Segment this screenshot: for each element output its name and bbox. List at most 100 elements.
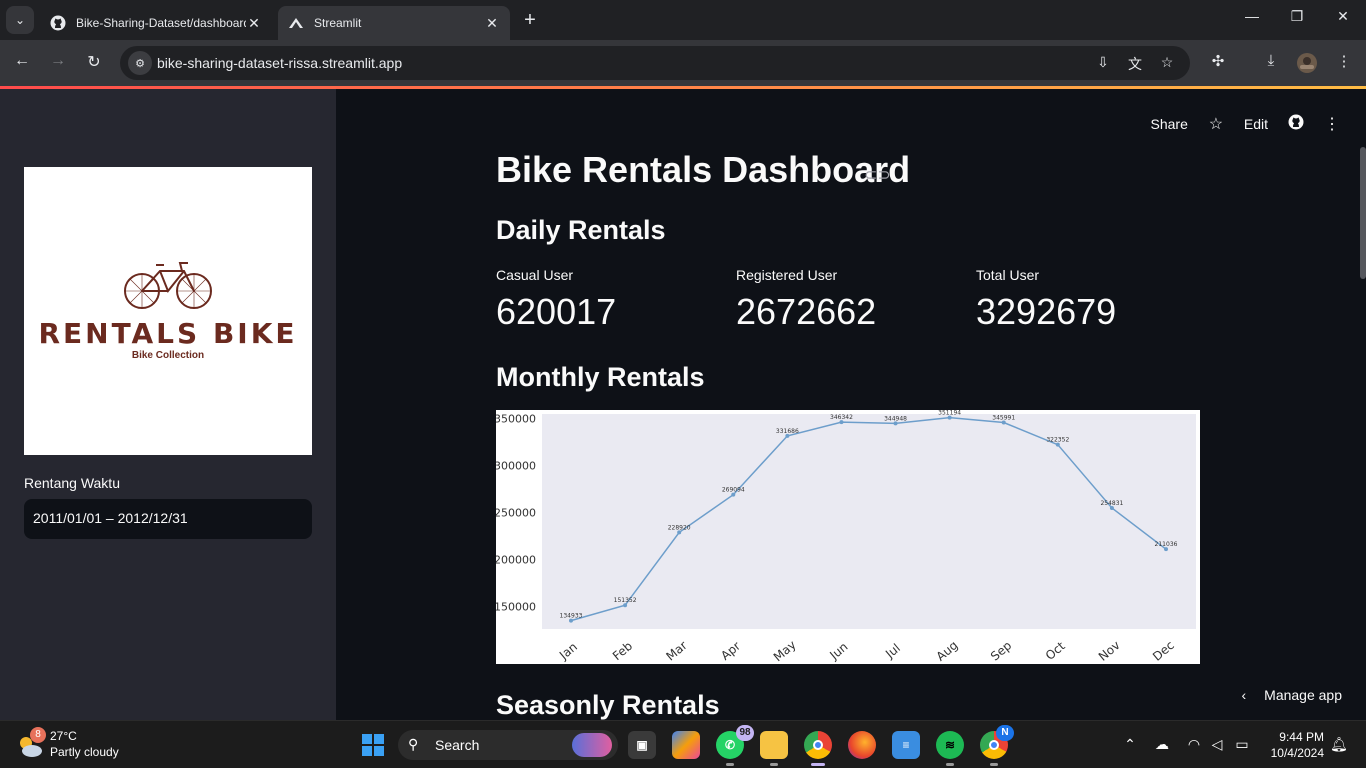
spotify-icon[interactable]: ≋ — [936, 731, 964, 766]
system-clock[interactable]: 9:44 PM 10/4/2024 — [1266, 729, 1324, 761]
x-tick-label: Nov — [1096, 638, 1123, 664]
scrollbar-thumb[interactable] — [1360, 147, 1366, 279]
edit-button[interactable]: Edit — [1244, 116, 1268, 132]
data-label: 344948 — [884, 415, 907, 422]
wifi-icon[interactable]: ◠ — [1184, 736, 1204, 753]
whatsapp-icon[interactable]: ✆ 98 — [716, 725, 754, 766]
taskbar-search[interactable]: ⚲ Search — [398, 730, 618, 760]
copilot-icon[interactable] — [672, 731, 700, 759]
x-tick-label: Apr — [718, 639, 743, 663]
chrome-profile-icon[interactable]: N — [980, 725, 1014, 766]
reload-icon[interactable]: ↻ — [82, 52, 106, 74]
search-label: Search — [435, 737, 480, 753]
translate-icon[interactable]: 文 — [1126, 54, 1144, 72]
x-tick-label: Jun — [826, 640, 850, 663]
bookmark-star-icon[interactable]: ☆ — [1158, 54, 1176, 72]
metric-label: Casual User — [496, 267, 574, 283]
metric-total-user: Total User 3292679 — [976, 267, 1196, 333]
restore-icon[interactable]: ❐ — [1285, 8, 1309, 25]
browser-menu-icon[interactable]: ⋮ — [1333, 52, 1355, 74]
url-text[interactable]: bike-sharing-dataset-rissa.streamlit.app — [157, 55, 402, 71]
onedrive-icon[interactable]: ☁ — [1152, 736, 1172, 753]
header-actions: Share ☆ Edit ⋮ — [1151, 113, 1342, 135]
clock-date: 10/4/2024 — [1270, 746, 1324, 760]
browser-tab-strip: ⌄ Bike-Sharing-Dataset/dashboard ✕ Strea… — [0, 0, 1366, 40]
search-icon: ⚲ — [408, 736, 419, 752]
x-tick-label: Dec — [1150, 638, 1177, 664]
extensions-icon[interactable]: ✣ — [1207, 52, 1229, 74]
chevron-left-icon: ‹ — [1241, 687, 1247, 703]
forward-icon[interactable]: → — [46, 52, 70, 74]
share-button[interactable]: Share — [1151, 116, 1188, 132]
whatsapp-badge: 98 — [736, 725, 754, 741]
github-icon — [50, 15, 66, 31]
notepad-icon[interactable]: ≡ — [892, 731, 920, 759]
back-icon[interactable]: ← — [10, 52, 34, 74]
manage-app-button[interactable]: ‹ Manage app — [1241, 687, 1342, 703]
star-icon[interactable]: ☆ — [1206, 114, 1226, 134]
weather-condition: Partly cloudy — [50, 745, 119, 759]
tab-github[interactable]: Bike-Sharing-Dataset/dashboard ✕ — [40, 6, 272, 40]
new-tab-button[interactable]: + — [518, 10, 542, 30]
tab-search-button[interactable]: ⌄ — [6, 6, 34, 34]
windows-start-icon[interactable] — [362, 734, 384, 756]
data-label: 228920 — [668, 524, 691, 531]
address-bar[interactable]: ⚙ bike-sharing-dataset-rissa.streamlit.a… — [120, 46, 1190, 80]
tab-title: Streamlit — [314, 16, 362, 30]
app-menu-icon[interactable]: ⋮ — [1322, 114, 1342, 134]
install-app-icon[interactable]: ⇩ — [1094, 54, 1112, 72]
data-label: 346342 — [830, 414, 853, 421]
metric-value: 620017 — [496, 291, 617, 332]
weather-badge: 8 — [30, 727, 46, 743]
monthly-rentals-chart: 150000 200000 250000 300000 350000 134933 1513… — [494, 410, 1200, 664]
clock-time: 9:44 PM — [1279, 730, 1324, 744]
data-label: 211036 — [1155, 541, 1178, 548]
notification-bell-icon[interactable]: 🔔︎ — [1330, 736, 1348, 753]
tab-streamlit[interactable]: Streamlit ✕ — [278, 6, 510, 40]
link-icon[interactable]: ⊂⊃ — [864, 165, 891, 185]
monthly-rentals-heading: Monthly Rentals — [496, 362, 705, 392]
seasonly-rentals-heading: Seasonly Rentals — [496, 690, 720, 720]
browser-toolbar: ← → ↻ ⚙ bike-sharing-dataset-rissa.strea… — [0, 40, 1366, 86]
x-tick-label: Mar — [663, 638, 689, 663]
task-view-icon[interactable]: ▣ — [628, 731, 656, 759]
page-title: Bike Rentals Dashboard — [496, 149, 911, 190]
date-range-input[interactable]: 2011/01/01 – 2012/12/31 — [24, 499, 312, 539]
data-label: 322352 — [1046, 437, 1069, 444]
chevron-down-icon: ⌄ — [14, 13, 26, 27]
close-window-icon[interactable]: ✕ — [1331, 8, 1355, 25]
x-tick-label: Jul — [882, 641, 903, 662]
logo-subtitle: Bike Collection — [131, 350, 205, 361]
metric-value: 2672662 — [736, 291, 877, 332]
file-explorer-icon[interactable] — [760, 731, 788, 766]
metric-label: Total User — [976, 267, 1040, 283]
site-settings-icon[interactable]: ⚙ — [128, 51, 152, 75]
github-icon[interactable] — [1286, 114, 1306, 135]
chrome-icon[interactable] — [804, 731, 832, 766]
line-chart-svg: 150000 200000 250000 300000 350000 134933 1513… — [494, 410, 1196, 664]
streamlit-icon — [288, 15, 304, 31]
x-tick-label: Feb — [610, 639, 635, 663]
download-icon[interactable]: ⤓ — [1260, 52, 1282, 74]
y-tick-label: 300000 — [496, 460, 536, 473]
chevron-up-icon[interactable]: ⌃ — [1120, 736, 1140, 753]
main-content: Share ☆ Edit ⋮ Bike Rentals Dashboard ⊂⊃… — [336, 89, 1366, 720]
profile-avatar[interactable] — [1296, 52, 1318, 74]
close-tab-icon[interactable]: ✕ — [484, 15, 500, 32]
metric-casual-user: Casual User 620017 — [496, 267, 716, 333]
minimize-icon[interactable]: — — [1240, 8, 1264, 24]
date-range-label: Rentang Waktu — [24, 475, 120, 491]
bicycle-icon — [124, 262, 212, 309]
battery-icon[interactable]: ▭ — [1232, 736, 1252, 753]
chrome-profile-badge: N — [996, 725, 1014, 741]
data-label: 331686 — [776, 428, 799, 435]
metric-registered-user: Registered User 2672662 — [736, 267, 956, 333]
close-tab-icon[interactable]: ✕ — [246, 15, 262, 32]
data-label: 351194 — [938, 410, 961, 417]
metric-label: Registered User — [736, 267, 838, 283]
firefox-icon[interactable] — [848, 731, 876, 759]
x-tick-label: Oct — [1043, 639, 1068, 663]
x-tick-label: Jan — [556, 640, 580, 663]
y-tick-label: 150000 — [496, 600, 536, 613]
volume-icon[interactable]: ◁ — [1207, 736, 1227, 753]
